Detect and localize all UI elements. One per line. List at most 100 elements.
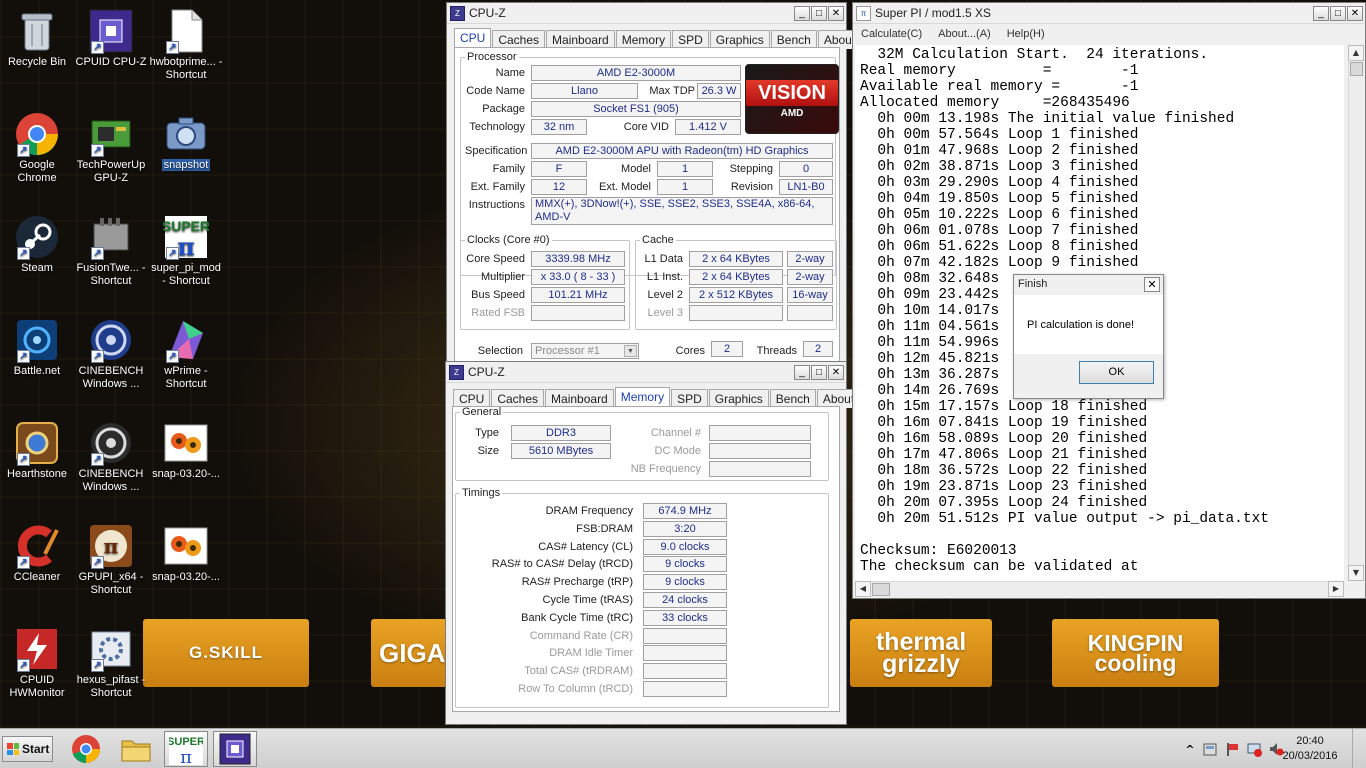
desktop-icon-superpi[interactable]: SUPER π ↗ super_pi_mod - Shortcut bbox=[148, 214, 224, 288]
output-line: 0h 20m 51.512s PI value output -> pi_dat… bbox=[860, 511, 1269, 527]
minimize-button[interactable]: _ bbox=[1313, 5, 1329, 21]
shortcut-arrow-icon: ↗ bbox=[91, 556, 104, 569]
output-line: 0h 05m 10.222s Loop 6 finished bbox=[860, 207, 1139, 223]
selection-label: Selection bbox=[477, 345, 523, 357]
tray-device-icon[interactable] bbox=[1202, 741, 1218, 757]
tray-expand-icon[interactable]: ^ bbox=[1184, 743, 1196, 756]
maximize-button[interactable]: □ bbox=[811, 5, 827, 21]
output-line: 0h 00m 57.564s Loop 1 finished bbox=[860, 127, 1139, 143]
cpuz-memory-window[interactable]: Z CPU-Z _ □ ✕ CPU Caches Mainboard Memor… bbox=[445, 361, 861, 725]
tab-memory[interactable]: Memory bbox=[614, 387, 671, 408]
vertical-scrollbar[interactable]: ▲ ▼ bbox=[1348, 45, 1364, 581]
desktop-icon-hwbotprime[interactable]: ↗ hwbotprime... - Shortcut bbox=[148, 8, 224, 82]
processor-select[interactable]: Processor #1 ▼ bbox=[531, 343, 639, 359]
scroll-down-icon[interactable]: ▼ bbox=[1348, 565, 1364, 581]
pifast-icon: ↗ bbox=[87, 626, 135, 672]
maxtdp-value: 26.3 W bbox=[697, 83, 741, 99]
stepping-value: 0 bbox=[779, 161, 833, 177]
horizontal-scrollbar[interactable]: ◀ ▶ bbox=[855, 581, 1344, 597]
desktop-icon-chrome[interactable]: ↗ Google Chrome bbox=[0, 111, 75, 185]
timing-label: DRAM Idle Timer bbox=[549, 647, 633, 660]
svg-text:π: π bbox=[177, 232, 195, 260]
timing-value bbox=[643, 681, 727, 697]
desktop-icon-cinebench-1[interactable]: ↗ CINEBENCH Windows ... bbox=[73, 317, 149, 391]
processor-name-value: AMD E2-3000M bbox=[531, 65, 741, 81]
desktop-icon-wprime[interactable]: ↗ wPrime - Shortcut bbox=[148, 317, 224, 391]
level2-way-value: 16-way bbox=[787, 287, 833, 303]
desktop-icon-gpupi[interactable]: π ↗ GPUPI_x64 - Shortcut bbox=[73, 523, 149, 597]
busspeed-label: Bus Speed bbox=[471, 289, 525, 301]
menu-help[interactable]: Help(H) bbox=[1007, 28, 1045, 40]
package-label: Package bbox=[482, 103, 525, 115]
taskbar-clock[interactable]: 20:40 20/03/2016 bbox=[1280, 734, 1340, 764]
desktop-icon-snapshot[interactable]: snapshot bbox=[148, 111, 224, 172]
ok-button[interactable]: OK bbox=[1079, 361, 1154, 384]
close-button[interactable]: ✕ bbox=[828, 5, 844, 21]
finish-dialog[interactable]: Finish ✕ PI calculation is done! OK bbox=[1013, 274, 1164, 399]
superpi-titlebar[interactable]: π Super PI / mod1.5 XS _ □ ✕ bbox=[853, 3, 1365, 24]
l1inst-value: 2 x 64 KBytes bbox=[689, 269, 783, 285]
desktop-icon-hearthstone[interactable]: ↗ Hearthstone bbox=[0, 420, 75, 481]
ratedfsb-value bbox=[531, 305, 625, 321]
desktop-icon-snap-1[interactable]: snap-03.20-... bbox=[148, 420, 224, 481]
maxtdp-label: Max TDP bbox=[649, 85, 695, 97]
tray-network-icon[interactable] bbox=[1246, 741, 1262, 757]
l1data-label: L1 Data bbox=[644, 253, 683, 265]
scroll-thumb[interactable] bbox=[872, 583, 890, 596]
shortcut-arrow-icon: ↗ bbox=[17, 659, 30, 672]
desktop-icon-cinebench-2[interactable]: ↗ CINEBENCH Windows ... bbox=[73, 420, 149, 494]
timing-label: FSB:DRAM bbox=[576, 522, 633, 535]
desktop-icon-steam[interactable]: ↗ Steam bbox=[0, 214, 75, 275]
menu-calculate[interactable]: Calculate(C) bbox=[861, 28, 922, 40]
tray-flag-icon[interactable] bbox=[1224, 741, 1240, 757]
scroll-left-icon[interactable]: ◀ bbox=[855, 581, 871, 597]
desktop-icon-gpuz[interactable]: ↗ TechPowerUp GPU-Z bbox=[73, 111, 149, 185]
show-desktop-button[interactable] bbox=[1352, 729, 1366, 768]
desktop-icon-snap-2[interactable]: snap-03.20-... bbox=[148, 523, 224, 584]
taskbar-cpuz[interactable] bbox=[213, 731, 257, 767]
desktop-icon-recycle-bin[interactable]: Recycle Bin bbox=[0, 8, 75, 69]
cpuz-memory-titlebar[interactable]: Z CPU-Z _ □ ✕ bbox=[446, 362, 846, 383]
taskbar-superpi[interactable]: SUPER π bbox=[164, 731, 208, 767]
fusion-icon: ↗ bbox=[87, 214, 135, 260]
desktop-icon-pifast[interactable]: ↗ hexus_pifast - Shortcut bbox=[73, 626, 149, 700]
cinebench-icon: ↗ bbox=[87, 317, 135, 363]
cores-value: 2 bbox=[711, 341, 743, 357]
cpuz-app-icon: Z bbox=[449, 364, 464, 380]
menu-about[interactable]: About...(A) bbox=[938, 28, 991, 40]
desktop-icon-ccleaner[interactable]: ↗ CCleaner bbox=[0, 523, 75, 584]
desktop-icon-battlenet[interactable]: ↗ Battle.net bbox=[0, 317, 75, 378]
cpuz-cpu-titlebar[interactable]: Z CPU-Z _ □ ✕ bbox=[447, 3, 846, 24]
cpuz-icon bbox=[219, 733, 251, 765]
output-line: 0h 01m 47.968s Loop 2 finished bbox=[860, 143, 1139, 159]
cpuz-cpu-window[interactable]: Z CPU-Z _ □ ✕ CPU Caches Mainboard Memor… bbox=[446, 2, 862, 364]
dialog-title: Finish bbox=[1014, 275, 1163, 295]
superpi-icon: SUPER π ↗ bbox=[162, 214, 210, 260]
minimize-button[interactable]: _ bbox=[794, 364, 810, 380]
maximize-button[interactable]: □ bbox=[811, 364, 827, 380]
close-icon[interactable]: ✕ bbox=[1144, 277, 1160, 292]
hearthstone-icon: ↗ bbox=[13, 420, 61, 466]
output-line: Available real memory = -1 bbox=[860, 79, 1139, 95]
start-button[interactable]: Start bbox=[2, 736, 53, 762]
close-button[interactable]: ✕ bbox=[1347, 5, 1363, 21]
desktop-icon-fusiontweaker[interactable]: ↗ FusionTwe... - Shortcut bbox=[73, 214, 149, 288]
multiplier-value: x 33.0 ( 8 - 33 ) bbox=[531, 269, 625, 285]
taskbar-explorer[interactable] bbox=[114, 731, 158, 767]
close-button[interactable]: ✕ bbox=[828, 364, 844, 380]
taskbar-chrome[interactable] bbox=[64, 731, 108, 767]
shortcut-arrow-icon: ↗ bbox=[17, 247, 30, 260]
extmodel-value: 1 bbox=[657, 179, 713, 195]
shortcut-arrow-icon: ↗ bbox=[166, 350, 179, 363]
scroll-thumb[interactable] bbox=[1350, 62, 1363, 76]
window-title: CPU-Z bbox=[469, 6, 506, 20]
desktop-icon-hwmonitor[interactable]: ↗ CPUID HWMonitor bbox=[0, 626, 75, 700]
maximize-button[interactable]: □ bbox=[1330, 5, 1346, 21]
name-label: Name bbox=[495, 67, 525, 79]
tab-cpu[interactable]: CPU bbox=[454, 28, 492, 49]
scroll-up-icon[interactable]: ▲ bbox=[1348, 45, 1364, 61]
desktop-icon-cpuz[interactable]: ↗ CPUID CPU-Z bbox=[73, 8, 149, 69]
revision-label: Revision bbox=[730, 181, 773, 193]
scroll-right-icon[interactable]: ▶ bbox=[1328, 581, 1344, 597]
minimize-button[interactable]: _ bbox=[794, 5, 810, 21]
